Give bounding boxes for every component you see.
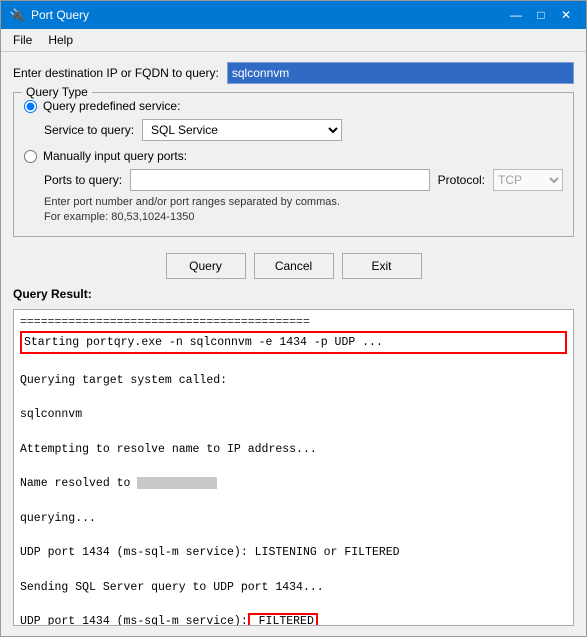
close-button[interactable]: ✕: [554, 5, 578, 25]
app-icon: 🔌: [9, 7, 25, 23]
ports-label: Ports to query:: [44, 173, 122, 187]
window-title: Port Query: [31, 8, 89, 22]
ports-input[interactable]: [130, 169, 430, 191]
cancel-button[interactable]: Cancel: [254, 253, 334, 279]
result-line9: Name resolved to: [20, 475, 567, 492]
result-line6: [20, 423, 567, 440]
result-line15: Sending SQL Server query to UDP port 143…: [20, 579, 567, 596]
result-line5: sqlconnvm: [20, 406, 567, 423]
minimize-button[interactable]: —: [504, 5, 528, 25]
result-line12: [20, 527, 567, 544]
title-bar-left: 🔌 Port Query: [9, 7, 89, 23]
predefined-radio[interactable]: [24, 100, 37, 113]
service-select[interactable]: SQL ServiceDNSHTTPHTTPSFTPSMTPIMAP: [142, 119, 342, 141]
title-bar-buttons: — □ ✕: [504, 5, 578, 25]
title-bar: 🔌 Port Query — □ ✕: [1, 1, 586, 29]
result-line3: Querying target system called:: [20, 372, 567, 389]
protocol-label: Protocol:: [438, 173, 485, 187]
service-row: Service to query: SQL ServiceDNSHTTPHTTP…: [44, 119, 563, 141]
result-box[interactable]: ========================================…: [13, 309, 574, 626]
result-separator: ========================================…: [20, 314, 567, 331]
maximize-button[interactable]: □: [529, 5, 553, 25]
query-type-legend: Query Type: [22, 85, 92, 99]
protocol-select[interactable]: TCPUDPBOTH: [493, 169, 563, 191]
query-type-group: Query Type Query predefined service: Ser…: [13, 92, 574, 237]
manual-radio[interactable]: [24, 150, 37, 163]
destination-label: Enter destination IP or FQDN to query:: [13, 66, 219, 80]
hint-text: Enter port number and/or port ranges sep…: [44, 195, 563, 226]
manual-radio-row: Manually input query ports:: [24, 149, 563, 163]
menu-help[interactable]: Help: [40, 31, 81, 49]
result-line11: querying...: [20, 510, 567, 527]
hint-line1: Enter port number and/or port ranges sep…: [44, 196, 340, 208]
content-area: Enter destination IP or FQDN to query: Q…: [1, 52, 586, 636]
button-row: Query Cancel Exit: [13, 253, 574, 279]
menu-file[interactable]: File: [5, 31, 40, 49]
ip-blurred: [137, 477, 217, 489]
result-line10: [20, 492, 567, 509]
destination-row: Enter destination IP or FQDN to query:: [13, 62, 574, 84]
main-window: 🔌 Port Query — □ ✕ File Help Enter desti…: [0, 0, 587, 637]
result-line7: Attempting to resolve name to IP address…: [20, 441, 567, 458]
query-button[interactable]: Query: [166, 253, 246, 279]
predefined-radio-row: Query predefined service:: [24, 99, 563, 113]
ports-row: Ports to query: Protocol: TCPUDPBOTH: [44, 169, 563, 191]
result-line1: Starting portqry.exe -n sqlconnvm -e 143…: [20, 331, 567, 354]
filtered-highlight: FILTERED: [248, 613, 318, 626]
result-line14: [20, 561, 567, 578]
result-line8: [20, 458, 567, 475]
destination-input[interactable]: [227, 62, 574, 84]
result-line4: [20, 389, 567, 406]
query-result-label: Query Result:: [13, 287, 574, 301]
manual-label: Manually input query ports:: [43, 149, 187, 163]
predefined-label: Query predefined service:: [43, 99, 180, 113]
hint-line2: For example: 80,53,1024-1350: [44, 211, 194, 223]
service-label: Service to query:: [44, 123, 134, 137]
result-line13: UDP port 1434 (ms-sql-m service): LISTEN…: [20, 544, 567, 561]
result-line16: [20, 596, 567, 613]
menu-bar: File Help: [1, 29, 586, 52]
exit-button[interactable]: Exit: [342, 253, 422, 279]
result-line2: [20, 354, 567, 371]
result-line17: UDP port 1434 (ms-sql-m service): FILTER…: [20, 613, 567, 626]
